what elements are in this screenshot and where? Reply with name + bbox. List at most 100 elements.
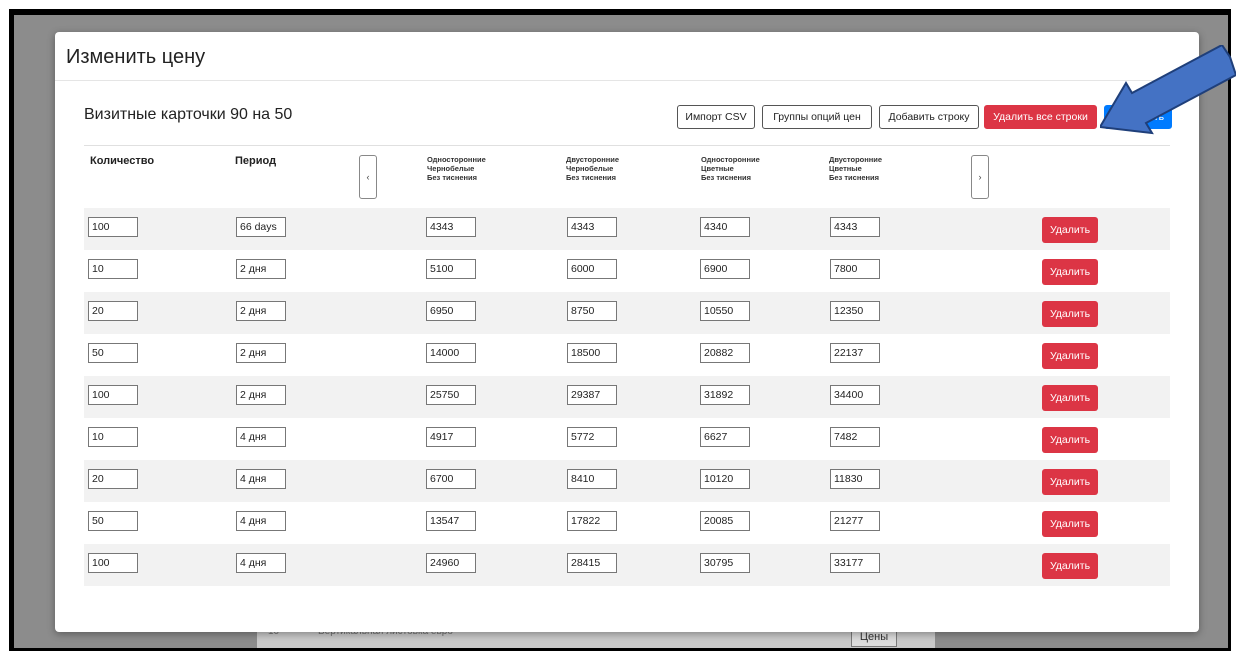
delete-row-button[interactable]: Удалить <box>1042 301 1098 327</box>
option-header-line: Без тиснения <box>427 173 478 182</box>
quantity-input[interactable]: 20 <box>88 469 138 489</box>
option-header-line: Цветные <box>701 164 734 173</box>
price-input[interactable]: 10120 <box>700 469 750 489</box>
price-input[interactable]: 29387 <box>567 385 617 405</box>
period-input[interactable]: 4 дня <box>236 427 286 447</box>
delete-row-button[interactable]: Удалить <box>1042 511 1098 537</box>
price-input[interactable]: 6900 <box>700 259 750 279</box>
option-header-line: Без тиснения <box>829 173 880 182</box>
price-input[interactable]: 20882 <box>700 343 750 363</box>
option-column-header: Двусторонние Цветные Без тиснения <box>829 155 882 182</box>
price-input[interactable]: 28415 <box>567 553 617 573</box>
price-input[interactable]: 4917 <box>426 427 476 447</box>
delete-all-rows-button[interactable]: Удалить все строки <box>984 105 1097 129</box>
edit-price-modal: Изменить цену Визитные карточки 90 на 50… <box>55 32 1199 632</box>
price-input[interactable]: 34400 <box>830 385 880 405</box>
option-header-line: Без тиснения <box>566 173 617 182</box>
period-input[interactable]: 4 дня <box>236 511 286 531</box>
delete-row-button[interactable]: Удалить <box>1042 469 1098 495</box>
price-input[interactable]: 4343 <box>426 217 476 237</box>
table-row: 20 2 дня 6950 8750 10550 12350 Удалить <box>84 292 1170 334</box>
chevron-left-icon[interactable]: ‹ <box>359 155 377 199</box>
price-input[interactable]: 21277 <box>830 511 880 531</box>
price-input[interactable]: 5772 <box>567 427 617 447</box>
period-header: Период <box>235 155 277 167</box>
table-row: 10 4 дня 4917 5772 6627 7482 Удалить <box>84 418 1170 460</box>
add-row-button[interactable]: Добавить строку <box>879 105 979 129</box>
price-input[interactable]: 5100 <box>426 259 476 279</box>
quantity-input[interactable]: 10 <box>88 427 138 447</box>
table-row: 10 2 дня 5100 6000 6900 7800 Удалить <box>84 250 1170 292</box>
price-input[interactable]: 33177 <box>830 553 880 573</box>
option-header-line: Односторонние <box>427 155 486 164</box>
price-input[interactable]: 8750 <box>567 301 617 321</box>
quantity-input[interactable]: 20 <box>88 301 138 321</box>
table-row: 20 4 дня 6700 8410 10120 11830 Удалить <box>84 460 1170 502</box>
price-input[interactable]: 6627 <box>700 427 750 447</box>
period-input[interactable]: 2 дня <box>236 259 286 279</box>
price-input[interactable]: 4340 <box>700 217 750 237</box>
delete-row-button[interactable]: Удалить <box>1042 553 1098 579</box>
period-input[interactable]: 4 дня <box>236 469 286 489</box>
quantity-input[interactable]: 100 <box>88 553 138 573</box>
price-input[interactable]: 22137 <box>830 343 880 363</box>
price-input[interactable]: 14000 <box>426 343 476 363</box>
price-input[interactable]: 31892 <box>700 385 750 405</box>
table-top-divider <box>84 145 1170 146</box>
option-column-header: Односторонние Чернобелые Без тиснения <box>427 155 486 182</box>
delete-row-button[interactable]: Удалить <box>1042 385 1098 411</box>
price-input[interactable]: 13547 <box>426 511 476 531</box>
price-input[interactable]: 6950 <box>426 301 476 321</box>
quantity-header: Количество <box>90 155 155 167</box>
quantity-input[interactable]: 10 <box>88 259 138 279</box>
delete-row-button[interactable]: Удалить <box>1042 259 1098 285</box>
price-input[interactable]: 6000 <box>567 259 617 279</box>
chevron-right-icon[interactable]: › <box>971 155 989 199</box>
period-input[interactable]: 2 дня <box>236 343 286 363</box>
table-row: 100 2 дня 25750 29387 31892 34400 Удалить <box>84 376 1170 418</box>
price-input[interactable]: 12350 <box>830 301 880 321</box>
price-input[interactable]: 6700 <box>426 469 476 489</box>
table-row: 100 4 дня 24960 28415 30795 33177 Удалить <box>84 544 1170 586</box>
option-header-line: Двусторонние <box>829 155 883 164</box>
toolbar: Импорт CSV Группы опций цен Добавить стр… <box>55 105 1199 131</box>
price-input[interactable]: 20085 <box>700 511 750 531</box>
delete-row-button[interactable]: Удалить <box>1042 343 1098 369</box>
period-input[interactable]: 4 дня <box>236 553 286 573</box>
price-groups-button[interactable]: Группы опций цен <box>762 105 872 129</box>
table-row: 50 4 дня 13547 17822 20085 21277 Удалить <box>84 502 1170 544</box>
pointer-arrow-icon <box>1100 45 1236 135</box>
modal-header-divider <box>55 80 1199 81</box>
price-input[interactable]: 10550 <box>700 301 750 321</box>
price-input[interactable]: 7800 <box>830 259 880 279</box>
option-header-line: Двусторонние <box>566 155 620 164</box>
table-row: 50 2 дня 14000 18500 20882 22137 Удалить <box>84 334 1170 376</box>
import-csv-button[interactable]: Импорт CSV <box>677 105 755 129</box>
quantity-input[interactable]: 100 <box>88 217 138 237</box>
period-input[interactable]: 66 days <box>236 217 286 237</box>
price-input[interactable]: 25750 <box>426 385 476 405</box>
option-header-line: Чернобелые <box>566 164 614 173</box>
quantity-input[interactable]: 50 <box>88 343 138 363</box>
quantity-input[interactable]: 50 <box>88 511 138 531</box>
price-input[interactable]: 8410 <box>567 469 617 489</box>
modal-title: Изменить цену <box>66 46 206 68</box>
quantity-input[interactable]: 100 <box>88 385 138 405</box>
price-input[interactable]: 30795 <box>700 553 750 573</box>
option-column-header: Односторонние Цветные Без тиснения <box>701 155 760 182</box>
option-header-line: Односторонние <box>701 155 760 164</box>
price-input[interactable]: 7482 <box>830 427 880 447</box>
option-header-line: Чернобелые <box>427 164 475 173</box>
price-input[interactable]: 24960 <box>426 553 476 573</box>
period-input[interactable]: 2 дня <box>236 301 286 321</box>
price-input[interactable]: 4343 <box>567 217 617 237</box>
option-column-header: Двусторонние Чернобелые Без тиснения <box>566 155 619 182</box>
delete-row-button[interactable]: Удалить <box>1042 427 1098 453</box>
price-input[interactable]: 11830 <box>830 469 880 489</box>
delete-row-button[interactable]: Удалить <box>1042 217 1098 243</box>
option-header-line: Цветные <box>829 164 862 173</box>
period-input[interactable]: 2 дня <box>236 385 286 405</box>
price-input[interactable]: 17822 <box>567 511 617 531</box>
price-input[interactable]: 4343 <box>830 217 880 237</box>
price-input[interactable]: 18500 <box>567 343 617 363</box>
